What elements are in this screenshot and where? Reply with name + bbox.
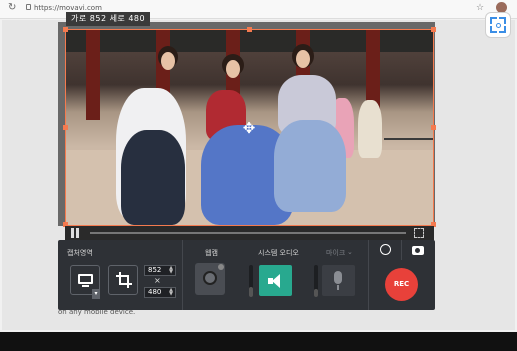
- times-symbol: ×: [154, 276, 161, 285]
- capture-size-label: 가로 852 세로 480: [66, 12, 151, 26]
- mic-level-fill: [314, 289, 318, 297]
- speaker-icon: [268, 274, 282, 288]
- resize-handle-top-left[interactable]: [63, 27, 68, 32]
- system-audio-label: 시스템 오디오: [258, 249, 299, 257]
- capture-center-icon: [496, 23, 501, 28]
- screenshot-camera-button[interactable]: [402, 240, 434, 260]
- system-audio-button[interactable]: [259, 265, 292, 296]
- resize-handle-top-right[interactable]: [431, 27, 436, 32]
- expand-icon[interactable]: [414, 228, 424, 238]
- move-icon[interactable]: ✥: [241, 120, 257, 136]
- screenshot-button[interactable]: [485, 12, 511, 38]
- system-audio-level[interactable]: [249, 265, 253, 297]
- webcam-icon: [203, 271, 217, 285]
- monitor-stand-icon: [82, 285, 89, 287]
- height-stepper-icon[interactable]: ▲ ▼: [169, 288, 173, 297]
- resize-handle-right[interactable]: [431, 125, 436, 130]
- bookmark-star-icon[interactable]: ☆: [476, 2, 484, 14]
- height-value: 480: [148, 288, 162, 296]
- mic-label: 마이크: [326, 249, 346, 257]
- person-left-skirt: [121, 130, 185, 225]
- microphone-icon: [334, 271, 342, 284]
- lock-icon: [26, 4, 31, 10]
- record-button[interactable]: REC: [385, 268, 418, 301]
- height-input[interactable]: 480 ▲ ▼: [144, 287, 176, 298]
- system-audio-level-fill: [249, 287, 253, 297]
- width-stepper-icon[interactable]: ▲ ▼: [169, 266, 173, 275]
- resize-handle-left[interactable]: [63, 125, 68, 130]
- taskbar-strip: [0, 332, 517, 351]
- area-dropdown-caret[interactable]: ▾: [92, 289, 100, 299]
- webcam-settings-icon[interactable]: [218, 264, 224, 270]
- monitor-icon: [78, 274, 93, 284]
- microphone-stand-icon: [337, 285, 339, 290]
- webcam-button[interactable]: [195, 263, 225, 295]
- person-right-skirt: [274, 120, 346, 212]
- person-right-face: [296, 50, 310, 68]
- reload-icon[interactable]: ↻: [8, 2, 20, 14]
- playback-track[interactable]: [90, 232, 406, 234]
- alarm-clock-icon: [380, 244, 391, 255]
- palace-pillar: [86, 30, 100, 120]
- webcam-label: 웹캠: [205, 249, 218, 257]
- width-input[interactable]: 852 ▲ ▼: [144, 265, 176, 276]
- background-person: [358, 100, 382, 158]
- resize-handle-top[interactable]: [247, 27, 252, 32]
- crop-icon: [116, 272, 132, 288]
- microphone-button[interactable]: [322, 265, 355, 296]
- schedule-button[interactable]: [369, 240, 402, 260]
- capture-area-label: 캡처영역: [67, 249, 93, 257]
- pause-icon[interactable]: [70, 228, 80, 238]
- divider: [182, 240, 183, 310]
- mic-dropdown-caret-icon[interactable]: ⌄: [347, 248, 353, 256]
- mic-level[interactable]: [314, 265, 318, 297]
- crop-area-button[interactable]: [108, 265, 138, 295]
- person-middle-face: [226, 60, 240, 78]
- person-left-face: [161, 52, 175, 70]
- fence: [384, 138, 433, 180]
- camera-icon: [412, 246, 424, 255]
- width-value: 852: [148, 266, 162, 274]
